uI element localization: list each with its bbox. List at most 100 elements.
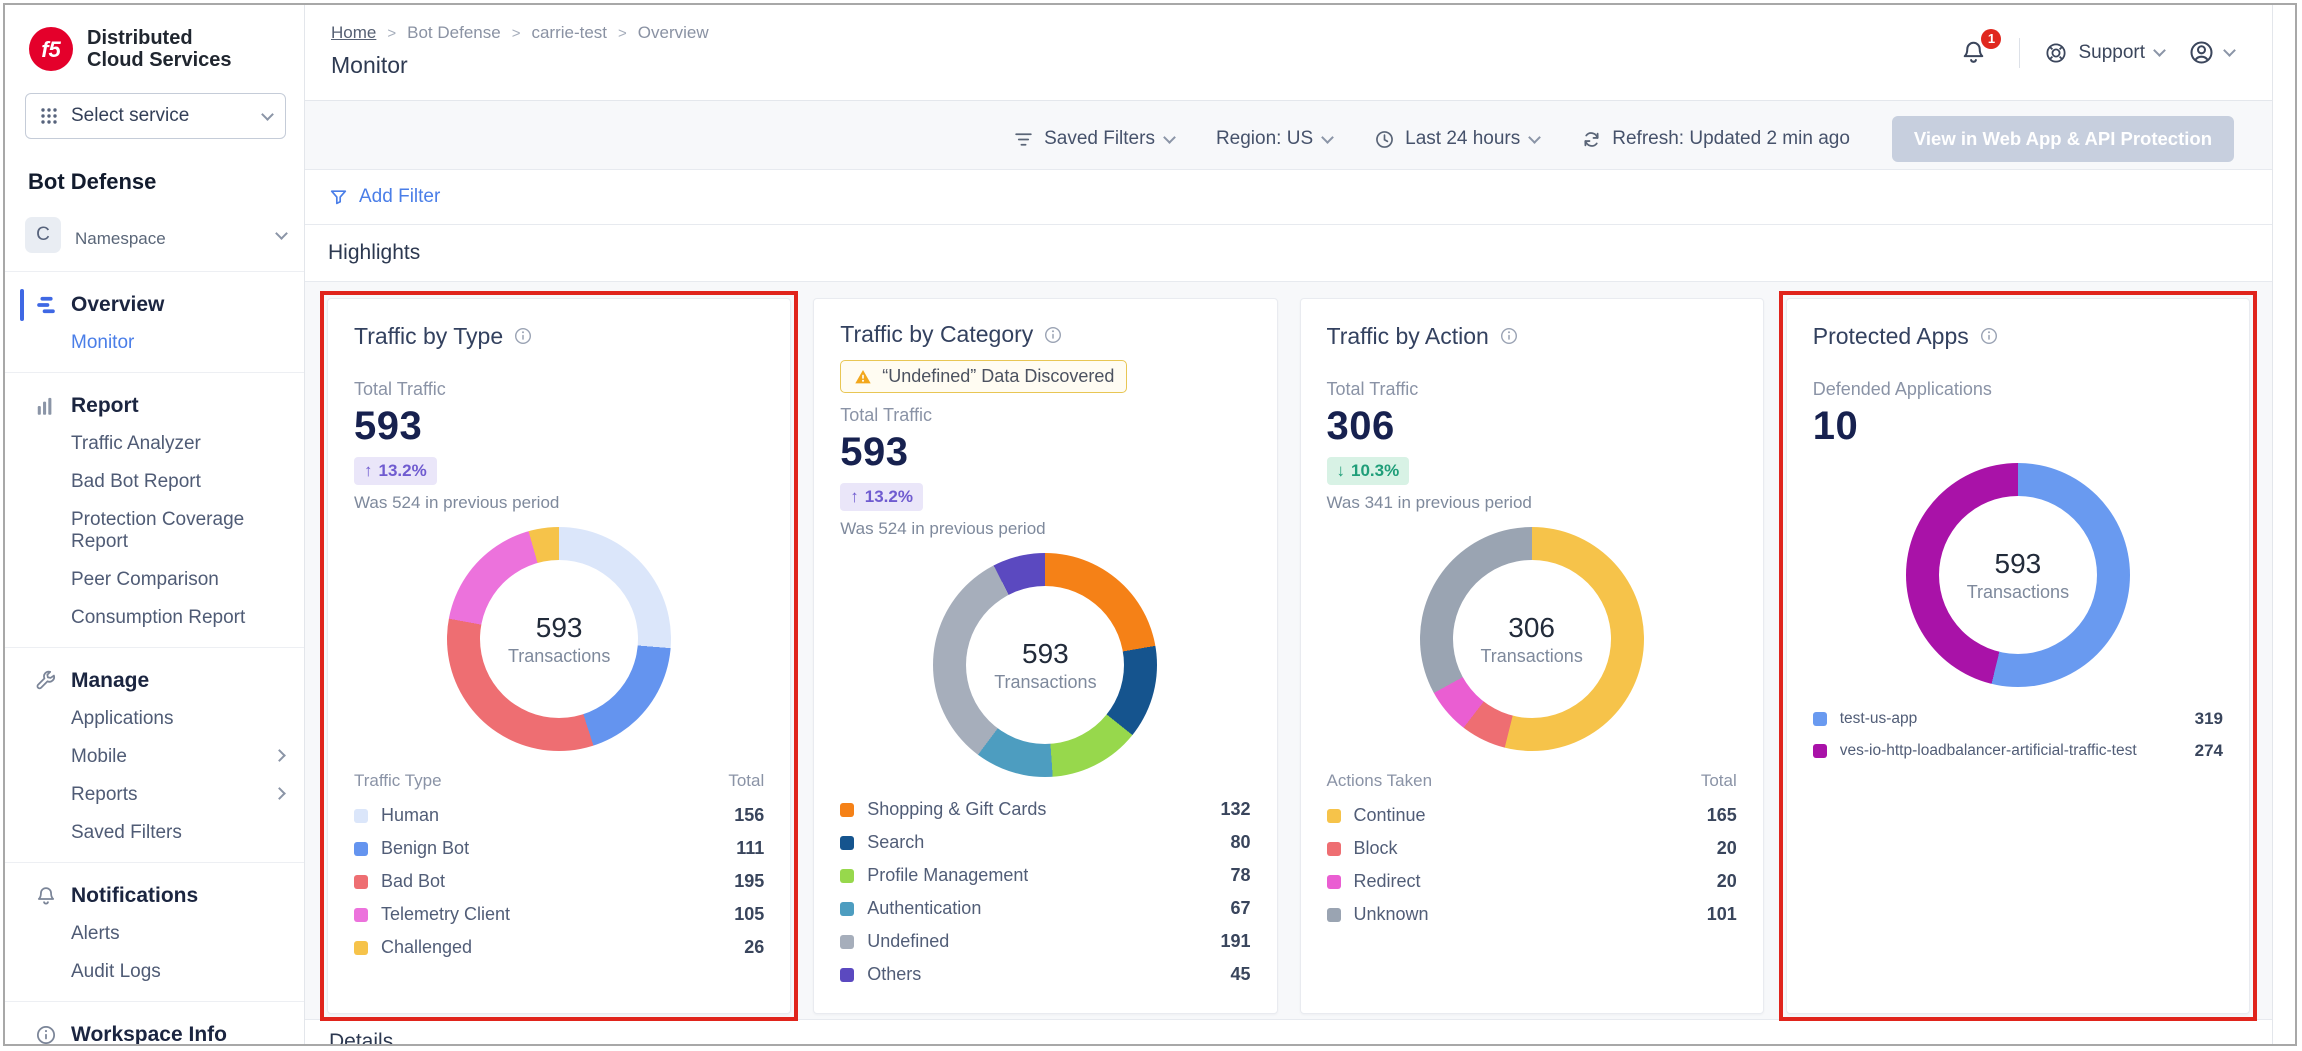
sidebar-item-traffic-analyzer[interactable]: Traffic Analyzer (5, 425, 304, 463)
sidebar-nav: Overview Monitor ReportTraffic AnalyzerBad… (5, 271, 304, 1044)
legend-row-left: Telemetry Client (354, 904, 510, 925)
stat-label: Total Traffic (1327, 379, 1737, 400)
workspace-icon (35, 1024, 57, 1044)
legend-row-authentication[interactable]: Authentication67 (840, 892, 1250, 925)
sidebar-item-bad-bot-report[interactable]: Bad Bot Report (5, 463, 304, 501)
info-icon[interactable] (1043, 325, 1063, 345)
legend-swatch (1327, 908, 1341, 922)
highlights-title: Highlights (328, 241, 420, 265)
info-icon[interactable] (1979, 326, 1999, 346)
legend-row-bad-bot[interactable]: Bad Bot195 (354, 865, 764, 898)
legend-row-unknown[interactable]: Unknown101 (1327, 898, 1737, 931)
sidebar-section-header-overview[interactable]: Overview (5, 286, 304, 324)
trend-arrow-icon: ↓ (1337, 461, 1346, 481)
legend-row-continue[interactable]: Continue165 (1327, 799, 1737, 832)
donut-center: 593Transactions (1939, 496, 2097, 654)
sidebar-item-consumption-report[interactable]: Consumption Report (5, 599, 304, 637)
donut-chart[interactable]: 593Transactions (933, 553, 1157, 777)
legend-value: 67 (1218, 898, 1250, 919)
legend-row-challenged[interactable]: Challenged26 (354, 931, 764, 964)
account-menu[interactable] (2188, 39, 2234, 66)
donut-chart[interactable]: 593Transactions (1906, 463, 2130, 687)
refresh-button[interactable]: Refresh: Updated 2 min ago (1581, 128, 1850, 150)
legend-row-search[interactable]: Search80 (840, 826, 1250, 859)
donut-center-value: 593 (536, 612, 583, 644)
add-filter-button[interactable]: Add Filter (328, 186, 440, 208)
breadcrumb-item-bot-defense[interactable]: Bot Defense (407, 23, 501, 43)
service-selector[interactable]: Select service (25, 93, 286, 139)
legend-row-shopping-gift-cards[interactable]: Shopping & Gift Cards132 (840, 793, 1250, 826)
legend-label: Human (381, 805, 439, 826)
sidebar-section-header-workspace-info[interactable]: Workspace Info (5, 1016, 304, 1044)
legend-row-undefined[interactable]: Undefined191 (840, 925, 1250, 958)
filter-lines-icon (1013, 129, 1034, 150)
card-slot-traffic-by-category: Traffic by Category“Undefined” Data Disc… (813, 298, 1277, 1014)
sidebar-section-header-manage[interactable]: Manage (5, 662, 304, 700)
sidebar-item-applications[interactable]: Applications (5, 700, 304, 738)
legend-row-test-us-app[interactable]: test-us-app319 (1813, 703, 2223, 735)
breadcrumb-item-carrie-test[interactable]: carrie-test (531, 23, 607, 43)
legend-label: Search (867, 832, 924, 853)
view-waap-button[interactable]: View in Web App & API Protection (1892, 116, 2234, 162)
info-icon[interactable] (513, 326, 533, 346)
funnel-icon (328, 187, 349, 208)
namespace-avatar: C (25, 217, 61, 253)
refresh-icon (1581, 129, 1602, 150)
legend-label: Block (1354, 838, 1398, 859)
namespace-selector[interactable]: C Namespace (25, 217, 286, 253)
legend-row-left: Challenged (354, 937, 472, 958)
user-icon (2188, 39, 2215, 66)
breadcrumb-item-home[interactable]: Home (331, 23, 376, 43)
trend-badge: ↑13.2% (354, 457, 437, 485)
donut-center: 593Transactions (966, 586, 1124, 744)
info-icon[interactable] (1499, 326, 1519, 346)
card-title: Traffic by Category (840, 321, 1033, 348)
sidebar-section-manage: ManageApplicationsMobileReportsSaved Fil… (5, 647, 304, 862)
legend-swatch (840, 836, 854, 850)
breadcrumb-item-overview[interactable]: Overview (638, 23, 709, 43)
sidebar-item-monitor[interactable]: Monitor (5, 324, 304, 362)
legend-row-profile-management[interactable]: Profile Management78 (840, 859, 1250, 892)
sidebar-section-header-notifications[interactable]: Notifications (5, 877, 304, 915)
sidebar-item-mobile[interactable]: Mobile (5, 738, 304, 776)
card-title: Traffic by Action (1327, 323, 1489, 350)
sidebar-section-label: Overview (71, 293, 164, 317)
card-protected-apps: Protected AppsDefended Applications10593… (1786, 298, 2250, 1014)
sidebar-section-header-report[interactable]: Report (5, 387, 304, 425)
legend-row-block[interactable]: Block20 (1327, 832, 1737, 865)
legend-row-ves-io-http-loadbalancer-artificial-traffic-test[interactable]: ves-io-http-loadbalancer-artificial-traf… (1813, 735, 2223, 767)
donut-chart[interactable]: 593Transactions (447, 527, 671, 751)
breadcrumb-separator: > (387, 25, 396, 42)
overview-icon (35, 294, 57, 316)
legend-row-others[interactable]: Others45 (840, 958, 1250, 991)
saved-filters-dropdown[interactable]: Saved Filters (1013, 128, 1174, 150)
sidebar-item-alerts[interactable]: Alerts (5, 915, 304, 953)
sidebar-item-saved-filters[interactable]: Saved Filters (5, 814, 304, 852)
legend-swatch (354, 809, 368, 823)
saved-filters-label: Saved Filters (1044, 128, 1155, 150)
notifications-button[interactable]: 1 (1960, 35, 1995, 71)
grid-icon (39, 106, 59, 126)
breadcrumb-separator: > (618, 25, 627, 42)
comparison-text: Was 341 in previous period (1327, 493, 1737, 513)
legend-row-benign-bot[interactable]: Benign Bot111 (354, 832, 764, 865)
legend-row-redirect[interactable]: Redirect20 (1327, 865, 1737, 898)
sidebar-item-reports[interactable]: Reports (5, 776, 304, 814)
sidebar-item-protection-coverage-report[interactable]: Protection Coverage Report (5, 501, 304, 561)
donut-center-value: 306 (1508, 612, 1555, 644)
donut-wrap: 593Transactions (1813, 453, 2223, 697)
highlights-cards: Traffic by TypeTotal Traffic593↑13.2%Was… (305, 282, 2272, 1019)
donut-chart[interactable]: 306Transactions (1420, 527, 1644, 751)
legend-header-total: Total (728, 771, 764, 791)
service-selector-label: Select service (71, 105, 189, 127)
sidebar-item-peer-comparison[interactable]: Peer Comparison (5, 561, 304, 599)
time-range-dropdown[interactable]: Last 24 hours (1374, 128, 1539, 150)
warning-icon (853, 367, 873, 387)
stat-value: 10 (1813, 404, 2223, 449)
legend-row-telemetry-client[interactable]: Telemetry Client105 (354, 898, 764, 931)
region-dropdown[interactable]: Region: US (1216, 128, 1332, 150)
sidebar-item-audit-logs[interactable]: Audit Logs (5, 953, 304, 991)
support-menu[interactable]: Support (2044, 41, 2164, 65)
legend-row-human[interactable]: Human156 (354, 799, 764, 832)
legend-row-left: Profile Management (840, 865, 1028, 886)
